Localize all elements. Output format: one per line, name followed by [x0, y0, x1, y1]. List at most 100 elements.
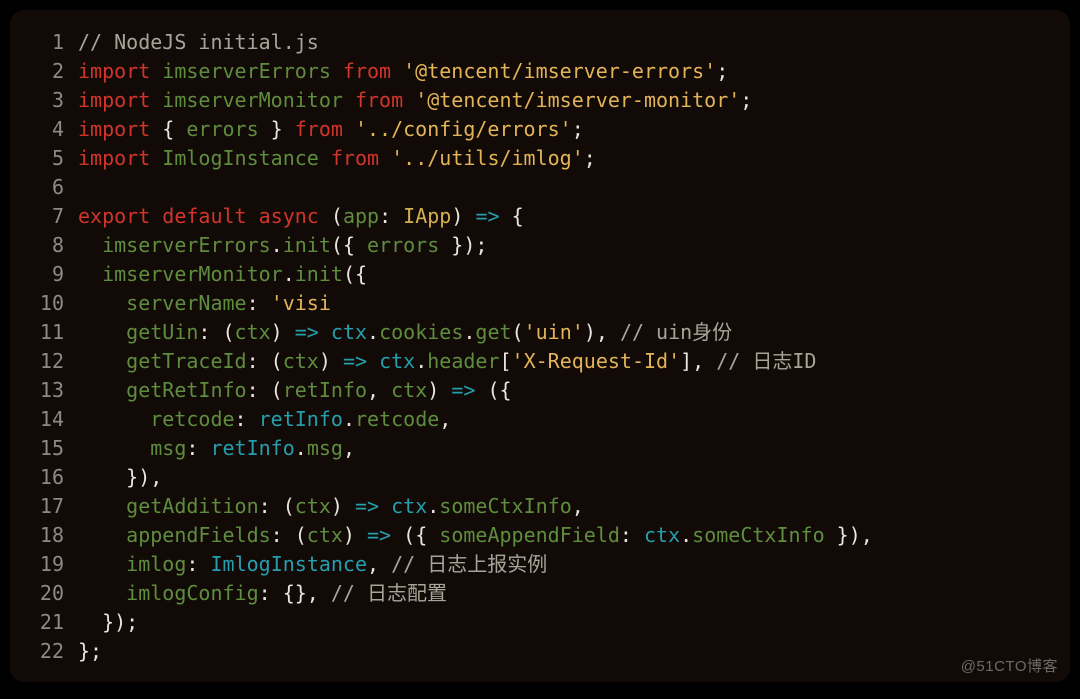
- token: [78, 378, 126, 402]
- token: msg: [307, 436, 343, 460]
- line-content: msg: retInfo.msg,: [78, 434, 1070, 463]
- token: [343, 88, 355, 112]
- token: :: [620, 523, 644, 547]
- token: imserverMonitor: [162, 88, 343, 112]
- token: [331, 59, 343, 83]
- token: });: [78, 610, 138, 634]
- code-line: 18 appendFields: (ctx) => ({ someAppendF…: [10, 521, 1070, 550]
- token: someCtxInfo: [692, 523, 824, 547]
- token: [78, 407, 150, 431]
- token: errors: [367, 233, 439, 257]
- token: (: [319, 204, 343, 228]
- line-number: 2: [10, 57, 78, 86]
- line-content: getRetInfo: (retInfo, ctx) => ({: [78, 376, 1070, 405]
- token: =>: [367, 523, 391, 547]
- token: : (: [198, 320, 234, 344]
- token: [78, 320, 126, 344]
- token: ctx: [644, 523, 680, 547]
- token: ],: [680, 349, 716, 373]
- line-number: 1: [10, 28, 78, 57]
- token: [78, 523, 126, 547]
- token: msg: [150, 436, 186, 460]
- line-content: }),: [78, 463, 1070, 492]
- token: // 日志ID: [716, 349, 816, 373]
- token: 'visi: [271, 291, 331, 315]
- token: ImlogInstance: [210, 552, 367, 576]
- token: ({: [475, 378, 511, 402]
- token: appendFields: [126, 523, 271, 547]
- token: someCtxInfo: [439, 494, 571, 518]
- token: : (: [247, 349, 283, 373]
- token: };: [78, 639, 102, 663]
- token: :: [379, 204, 403, 228]
- code-line: 8 imserverErrors.init({ errors });: [10, 231, 1070, 260]
- code-line: 2import imserverErrors from '@tencent/im…: [10, 57, 1070, 86]
- token: [78, 291, 126, 315]
- token: [78, 349, 126, 373]
- token: getAddition: [126, 494, 258, 518]
- token: ,: [367, 552, 391, 576]
- token: ({: [331, 233, 367, 257]
- token: ;: [716, 59, 728, 83]
- token: header: [427, 349, 499, 373]
- token: [319, 320, 331, 344]
- token: :: [247, 291, 271, 315]
- token: imserverErrors: [102, 233, 271, 257]
- line-content: serverName: 'visi: [78, 289, 1070, 318]
- token: from: [355, 88, 403, 112]
- token: ctx: [235, 320, 271, 344]
- line-number: 10: [10, 289, 78, 318]
- token: cookies: [379, 320, 463, 344]
- token: [78, 436, 150, 460]
- token: default: [162, 204, 246, 228]
- token: 'uin': [524, 320, 584, 344]
- token: imserverMonitor: [102, 262, 283, 286]
- code-line: 7export default async (app: IApp) => {: [10, 202, 1070, 231]
- token: [78, 494, 126, 518]
- token: :: [186, 436, 210, 460]
- token: // 日志配置: [331, 581, 447, 605]
- token: ,: [343, 436, 355, 460]
- code-line: 9 imserverMonitor.init({: [10, 260, 1070, 289]
- code-frame: 1// NodeJS initial.js2import imserverErr…: [10, 10, 1070, 682]
- token: ctx: [307, 523, 343, 547]
- line-number: 14: [10, 405, 78, 434]
- token: retInfo: [210, 436, 294, 460]
- token: ),: [584, 320, 620, 344]
- token: import: [78, 88, 150, 112]
- token: [391, 59, 403, 83]
- token: ctx: [295, 494, 331, 518]
- token: .: [295, 436, 307, 460]
- token: ,: [367, 378, 391, 402]
- token: 'X-Request-Id': [512, 349, 681, 373]
- line-content: getUin: (ctx) => ctx.cookies.get('uin'),…: [78, 318, 1070, 347]
- token: imlog: [126, 552, 186, 576]
- token: '@tencent/imserver-errors': [403, 59, 716, 83]
- line-number: 19: [10, 550, 78, 579]
- token: export: [78, 204, 150, 228]
- token: serverName: [126, 291, 246, 315]
- watermark: @51CTO博客: [961, 655, 1058, 676]
- token: getRetInfo: [126, 378, 246, 402]
- token: getUin: [126, 320, 198, 344]
- token: retcode: [355, 407, 439, 431]
- token: .: [463, 320, 475, 344]
- token: (: [512, 320, 524, 344]
- token: [247, 204, 259, 228]
- line-content: });: [78, 608, 1070, 637]
- token: .: [427, 494, 439, 518]
- token: ,: [572, 494, 584, 518]
- token: ,: [439, 407, 451, 431]
- line-content: import ImlogInstance from '../utils/imlo…: [78, 144, 1070, 173]
- token: [150, 59, 162, 83]
- line-number: 21: [10, 608, 78, 637]
- line-number: 6: [10, 173, 78, 202]
- token: [343, 117, 355, 141]
- token: .: [680, 523, 692, 547]
- token: {: [150, 117, 186, 141]
- token: ): [319, 349, 343, 373]
- token: retInfo: [283, 378, 367, 402]
- token: }: [259, 117, 295, 141]
- token: ctx: [379, 349, 415, 373]
- token: =>: [355, 494, 379, 518]
